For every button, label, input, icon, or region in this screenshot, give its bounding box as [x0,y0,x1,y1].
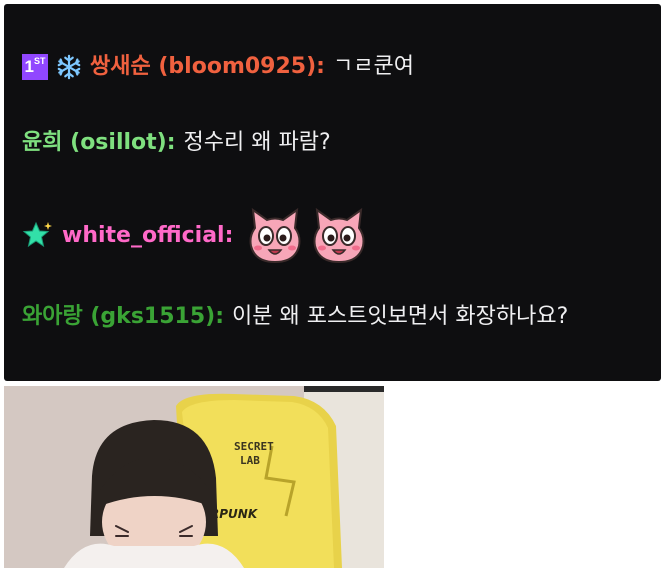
chat-message: 와아랑 (gks1515) : 이분 왜 포스트잇보면서 화장하나요? [22,302,568,332]
chat-colon: : [166,130,176,155]
chat-message: 1 ST 쌍새순 (bloom0925) : ㄱㄹ쿤여 [22,52,414,82]
chat-colon: : [316,54,325,79]
chat-message-text: ㄱㄹ쿤여 [332,54,414,79]
chat-message: white_official : [22,206,369,266]
snowflake-icon[interactable] [56,54,82,80]
chat-message-text: 정수리 왜 파람? [183,130,331,155]
chat-username[interactable]: 윤희 (osillot) [22,128,167,158]
chat-message-text: 이분 왜 포스트잇보면서 화장하나요? [232,304,569,329]
chat-username[interactable]: white_official [62,221,225,251]
pink-cat-face-emote[interactable] [309,206,369,266]
video-frame: SECRET LAB RPUNK [4,386,384,568]
chair-brand-line2: LAB [240,454,260,467]
chat-username[interactable]: 와아랑 (gks1515) [22,302,215,332]
chat-username[interactable]: 쌍새순 (bloom0925) [90,52,316,82]
chat-colon: : [215,304,225,329]
chat-colon: : [224,223,234,248]
first-badge-icon[interactable]: 1 ST [22,54,48,80]
first-badge-sup: ST [33,55,46,66]
pink-cat-face-emote[interactable] [245,206,305,266]
chat-message: 윤희 (osillot) : 정수리 왜 파람? [22,128,331,158]
chat-panel: 1 ST 쌍새순 (bloom0925) : ㄱㄹ쿤여 윤희 (osillot)… [4,4,661,381]
first-badge-label: 1 [24,57,34,76]
chair-brand-line1: SECRET [234,440,274,453]
star-icon[interactable] [22,220,54,252]
